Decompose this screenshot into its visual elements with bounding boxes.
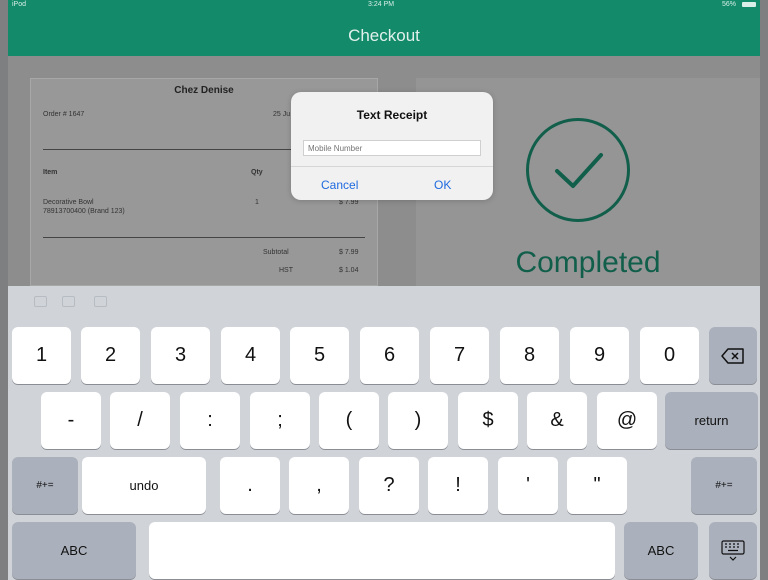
tax-value: $ 1.04 bbox=[339, 267, 359, 274]
completed-check-circle bbox=[526, 118, 630, 222]
key-apostrophe[interactable]: ' bbox=[498, 457, 558, 514]
key-dollar[interactable]: $ bbox=[458, 392, 518, 449]
nav-bar: Checkout bbox=[8, 10, 760, 56]
key-3[interactable]: 3 bbox=[151, 327, 210, 384]
key-4[interactable]: 4 bbox=[221, 327, 280, 384]
key-at[interactable]: @ bbox=[597, 392, 657, 449]
abc-key-right[interactable]: ABC bbox=[624, 522, 698, 579]
text-receipt-dialog: Text Receipt Cancel OK bbox=[291, 92, 493, 200]
key-slash[interactable]: / bbox=[110, 392, 170, 449]
cancel-button[interactable]: Cancel bbox=[321, 178, 358, 192]
key-comma[interactable]: , bbox=[289, 457, 349, 514]
key-quote[interactable]: " bbox=[567, 457, 627, 514]
key-colon[interactable]: : bbox=[180, 392, 240, 449]
key-9[interactable]: 9 bbox=[570, 327, 629, 384]
ok-button[interactable]: OK bbox=[434, 178, 451, 192]
subtotal-value: $ 7.99 bbox=[339, 249, 359, 256]
undo-icon[interactable] bbox=[34, 296, 47, 307]
return-key[interactable]: return bbox=[665, 392, 758, 449]
keyboard: 1 2 3 4 5 6 7 8 9 0 - / : ; ( ) $ & @ re… bbox=[8, 286, 760, 580]
abc-key-left[interactable]: ABC bbox=[12, 522, 136, 579]
column-qty-header: Qty bbox=[251, 169, 263, 176]
redo-icon[interactable] bbox=[62, 296, 75, 307]
paste-icon[interactable] bbox=[94, 296, 107, 307]
page-title: Checkout bbox=[348, 26, 420, 45]
dialog-title: Text Receipt bbox=[356, 108, 428, 122]
more-symbols-key-right[interactable]: #+= bbox=[691, 457, 757, 514]
order-number: Order # 1647 bbox=[43, 111, 85, 118]
mobile-number-input[interactable] bbox=[303, 140, 481, 156]
key-hyphen[interactable]: - bbox=[41, 392, 101, 449]
subtotal-label: Subtotal bbox=[263, 249, 289, 256]
column-item-header: Item bbox=[43, 169, 58, 176]
line-item-name: Decorative Bowl bbox=[43, 199, 94, 206]
space-bar[interactable] bbox=[149, 522, 615, 579]
line-item-sku: 78913700400 (Brand 123) bbox=[43, 208, 125, 215]
backspace-icon bbox=[721, 347, 744, 364]
tax-label: HST bbox=[279, 267, 293, 274]
key-period[interactable]: . bbox=[220, 457, 280, 514]
keyboard-dismiss-button[interactable] bbox=[709, 522, 757, 579]
key-7[interactable]: 7 bbox=[430, 327, 489, 384]
dialog-divider bbox=[291, 166, 493, 167]
carrier-label: iPod bbox=[12, 1, 27, 8]
keyboard-dismiss-icon bbox=[721, 539, 745, 561]
divider bbox=[43, 237, 365, 238]
key-5[interactable]: 5 bbox=[290, 327, 349, 384]
key-ampersand[interactable]: & bbox=[527, 392, 587, 449]
key-6[interactable]: 6 bbox=[360, 327, 419, 384]
battery-label: 56% bbox=[722, 1, 737, 8]
key-8[interactable]: 8 bbox=[500, 327, 559, 384]
check-icon bbox=[555, 153, 603, 188]
battery-icon bbox=[742, 2, 756, 7]
key-exclamation[interactable]: ! bbox=[428, 457, 488, 514]
order-date: 25 Ju bbox=[273, 111, 291, 118]
line-item-qty: 1 bbox=[255, 199, 259, 206]
line-item-price: $ 7.99 bbox=[339, 199, 359, 206]
more-symbols-key-left[interactable]: #+= bbox=[12, 457, 78, 514]
status-time: 3:24 PM bbox=[368, 1, 395, 8]
key-question[interactable]: ? bbox=[359, 457, 419, 514]
completed-label: Completed bbox=[515, 246, 661, 279]
key-close-paren[interactable]: ) bbox=[388, 392, 448, 449]
backspace-button[interactable] bbox=[709, 327, 757, 384]
undo-key[interactable]: undo bbox=[82, 457, 206, 514]
key-1[interactable]: 1 bbox=[12, 327, 71, 384]
key-semicolon[interactable]: ; bbox=[250, 392, 310, 449]
key-2[interactable]: 2 bbox=[81, 327, 140, 384]
status-bar: iPod 3:24 PM 56% bbox=[8, 0, 760, 10]
key-0[interactable]: 0 bbox=[640, 327, 699, 384]
key-open-paren[interactable]: ( bbox=[319, 392, 379, 449]
